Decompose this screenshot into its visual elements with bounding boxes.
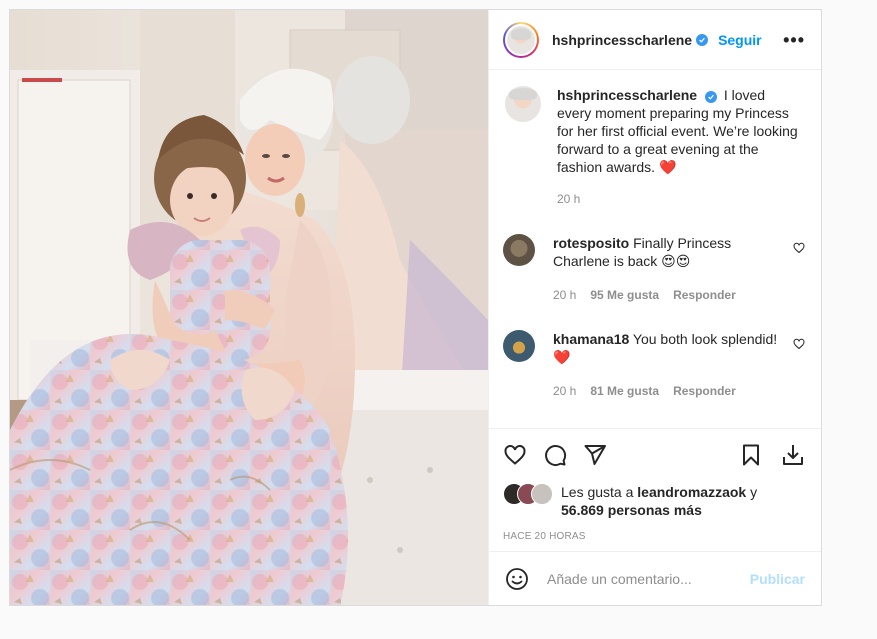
caption-avatar[interactable] xyxy=(503,84,543,124)
caption-time[interactable]: 20 h xyxy=(557,190,580,208)
comment-time[interactable]: 20 h xyxy=(553,382,576,400)
comment-time[interactable]: 20 h xyxy=(553,286,576,304)
share-icon[interactable] xyxy=(583,443,607,467)
comments-list[interactable]: hshprincesscharlene I loved every moment… xyxy=(489,70,821,428)
comment-avatar[interactable] xyxy=(503,330,535,362)
download-icon[interactable] xyxy=(781,443,805,467)
likes-count[interactable]: 56.869 personas más xyxy=(561,502,702,518)
caption-username[interactable]: hshprincesscharlene xyxy=(557,87,697,103)
more-options-icon[interactable]: ••• xyxy=(783,31,805,49)
comment-likes[interactable]: 81 Me gusta xyxy=(590,382,659,400)
post-time-ago[interactable]: HACE 20 HORAS xyxy=(503,531,805,542)
author-avatar[interactable] xyxy=(503,21,539,58)
comment-meta: 20 h 81 Me gusta Responder xyxy=(553,382,781,400)
post-image xyxy=(10,10,488,605)
bookmark-icon[interactable] xyxy=(739,443,763,467)
likes-conjunction: y xyxy=(750,484,758,500)
comment-icon[interactable] xyxy=(543,443,567,467)
comment-username[interactable]: rotesposito xyxy=(553,235,629,251)
comment-input[interactable] xyxy=(545,569,750,588)
reply-button[interactable]: Responder xyxy=(673,382,736,400)
comment-username[interactable]: khamana18 xyxy=(553,331,629,347)
comment-likes[interactable]: 95 Me gusta xyxy=(590,286,659,304)
follow-button[interactable]: Seguir xyxy=(718,32,762,48)
caption-meta: 20 h xyxy=(557,190,801,208)
publish-button[interactable]: Publicar xyxy=(750,571,805,587)
post-header: hshprincesscharlene Seguir ••• xyxy=(489,10,821,70)
heart-icon[interactable] xyxy=(503,443,527,467)
instagram-post: hshprincesscharlene Seguir ••• hshprince… xyxy=(9,9,822,606)
post-panel: hshprincesscharlene Seguir ••• hshprince… xyxy=(488,10,821,605)
action-icons xyxy=(503,435,805,475)
likes-prefix: Les gusta a xyxy=(561,484,634,500)
emoji-icon[interactable] xyxy=(505,567,529,591)
post-photo[interactable] xyxy=(10,10,488,605)
comment-like-icon[interactable] xyxy=(793,338,805,350)
comment-meta: 20 h 95 Me gusta Responder xyxy=(553,286,781,304)
add-comment-bar: Publicar xyxy=(489,551,821,605)
verified-badge-icon xyxy=(704,91,717,103)
post-caption: hshprincesscharlene I loved every moment… xyxy=(503,84,805,208)
reply-button[interactable]: Responder xyxy=(673,286,736,304)
verified-badge-icon xyxy=(696,33,709,46)
comment-avatar[interactable] xyxy=(503,234,535,266)
post-actions: Les gusta a leandromazzaok y 56.869 pers… xyxy=(489,428,821,542)
likes-summary: Les gusta a leandromazzaok y 56.869 pers… xyxy=(503,483,805,519)
liker-avatars[interactable] xyxy=(503,483,557,505)
comment-item: rotesposito Finally Princess Charlene is… xyxy=(503,234,805,304)
liker-username[interactable]: leandromazzaok xyxy=(637,484,746,500)
author-username[interactable]: hshprincesscharlene xyxy=(552,32,692,48)
comment-like-icon[interactable] xyxy=(793,242,805,254)
comment-item: khamana18 You both look splendid!❤️ 20 h… xyxy=(503,330,805,400)
